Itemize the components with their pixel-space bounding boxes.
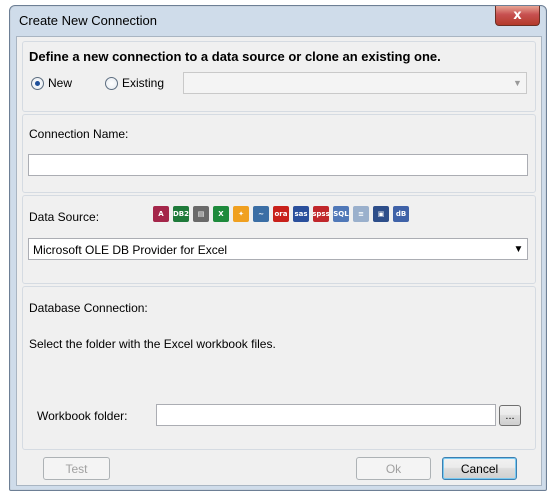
title-bar: Create New Connection x — [10, 6, 546, 36]
ok-button[interactable]: Ok — [356, 457, 431, 480]
close-x-icon: x — [513, 8, 522, 23]
sql-server-icon[interactable]: SQL — [333, 206, 349, 222]
excel-icon[interactable]: X — [213, 206, 229, 222]
workbook-folder-input[interactable] — [156, 404, 496, 426]
text-file-icon[interactable]: ≡ — [353, 206, 369, 222]
existing-connection-select[interactable]: ▼ — [183, 72, 527, 94]
mysql-icon[interactable]: ~ — [253, 206, 269, 222]
dropdown-arrow-icon: ▼ — [513, 78, 522, 88]
dropdown-arrow-icon: ▼ — [513, 243, 524, 255]
workbook-folder-label: Workbook folder: — [37, 409, 128, 423]
browse-folder-button[interactable]: ... — [499, 405, 521, 426]
connection-name-label: Connection Name: — [29, 127, 129, 141]
access-icon[interactable]: A — [153, 206, 169, 222]
close-button[interactable]: x — [495, 6, 540, 26]
db2-icon[interactable]: DB2 — [173, 206, 189, 222]
oracle-icon[interactable]: ora — [273, 206, 289, 222]
data-source-label: Data Source: — [29, 210, 100, 224]
connection-type-heading: Define a new connection to a data source… — [29, 49, 441, 64]
data-source-panel: Data Source: A DB2 ▤ X ✦ ~ ora sas spss SQL ≡ ▣ dB M… — [22, 195, 536, 284]
create-connection-dialog: Create New Connection x Define a new con… — [9, 5, 547, 491]
radio-unselected-icon — [105, 76, 118, 90]
database-connection-label: Database Connection: — [29, 301, 148, 315]
cancel-button[interactable]: Cancel — [442, 457, 517, 480]
data-source-select[interactable]: Microsoft OLE DB Provider for Excel ▼ — [28, 238, 528, 260]
test-button-label: Test — [65, 461, 88, 476]
sas-icon[interactable]: sas — [293, 206, 309, 222]
dialog-body: Define a new connection to a data source… — [16, 36, 542, 486]
new-radio[interactable]: New — [31, 76, 72, 90]
cancel-button-label: Cancel — [460, 461, 499, 476]
connection-type-panel: Define a new connection to a data source… — [22, 41, 536, 112]
existing-radio-label: Existing — [122, 76, 165, 90]
connection-name-panel: Connection Name: — [22, 114, 536, 193]
test-button[interactable]: Test — [43, 457, 110, 480]
dbase-file-icon[interactable]: dB — [393, 206, 409, 222]
connection-name-input[interactable] — [28, 154, 528, 176]
instruction-text: Select the folder with the Excel workboo… — [29, 337, 276, 351]
existing-radio[interactable]: Existing — [105, 76, 164, 90]
ok-button-label: Ok — [385, 461, 402, 476]
data-source-icon-toolbar: A DB2 ▤ X ✦ ~ ora sas spss SQL ≡ ▣ dB — [153, 206, 409, 222]
dialog-title: Create New Connection — [19, 13, 158, 28]
database-connection-panel: Database Connection: Select the folder w… — [22, 286, 536, 450]
new-radio-label: New — [48, 76, 73, 90]
spss-icon[interactable]: spss — [313, 206, 329, 222]
data-source-value: Microsoft OLE DB Provider for Excel — [33, 243, 228, 257]
dbase-icon[interactable]: ▤ — [193, 206, 209, 222]
firebird-icon[interactable]: ✦ — [233, 206, 249, 222]
radio-selected-icon — [31, 76, 44, 90]
odbc-icon[interactable]: ▣ — [373, 206, 389, 222]
